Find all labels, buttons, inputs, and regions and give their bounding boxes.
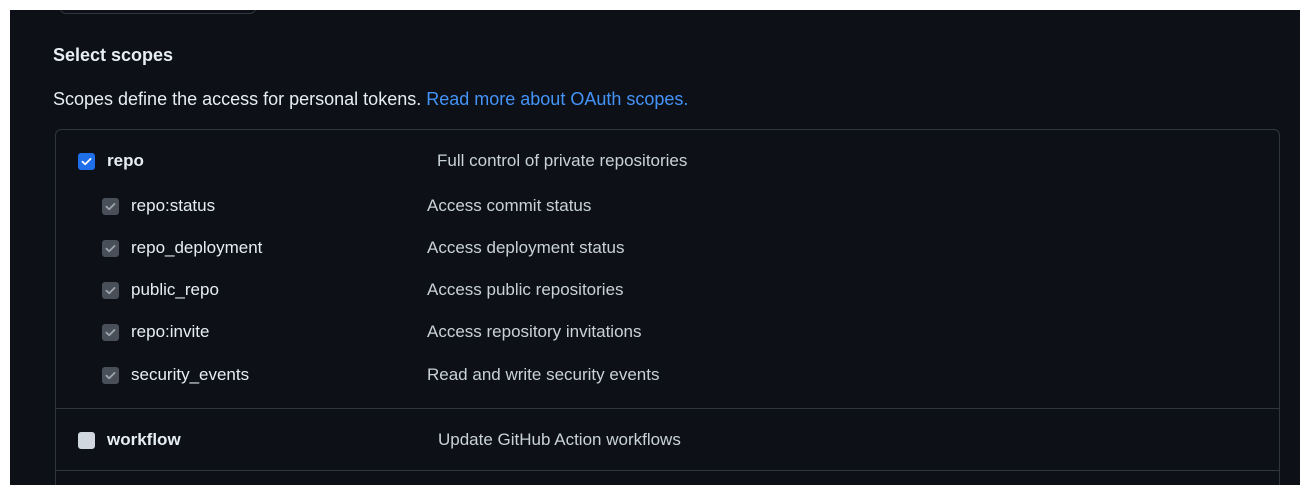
check-icon	[105, 328, 116, 336]
oauth-scopes-link[interactable]: Read more about OAuth scopes.	[426, 89, 688, 109]
repo-scope-name: repo	[107, 151, 144, 170]
workflow-scope-description: Update GitHub Action workflows	[438, 430, 681, 449]
scopes-description-text: Scopes define the access for personal to…	[53, 89, 422, 109]
workflow-checkbox-label[interactable]: workflow	[78, 419, 181, 461]
security-events-scope-name: security_events	[131, 365, 250, 384]
check-icon	[105, 244, 116, 252]
scope-divider-workflow-next	[56, 470, 1279, 471]
security-events-scope-description: Read and write security events	[427, 365, 660, 384]
repo-invite-scope-description: Access repository invitations	[427, 322, 642, 341]
repo-status-scope-description: Access commit status	[427, 196, 592, 215]
public-repo-checkbox[interactable]	[102, 281, 119, 299]
repo-status-checkbox-label[interactable]: repo:status	[102, 185, 215, 227]
check-icon	[105, 202, 116, 210]
check-icon	[105, 371, 116, 379]
token-note-input-edge[interactable]	[60, 10, 256, 14]
repo-status-checkbox[interactable]	[102, 197, 119, 215]
scope-row-public-repo[interactable]: public_repo Access public repositories	[56, 269, 1279, 311]
scope-list: repo Full control of private repositorie…	[55, 129, 1280, 485]
repo-deployment-scope-description: Access deployment status	[427, 238, 625, 257]
repo-status-scope-name: repo:status	[131, 196, 216, 215]
repo-deployment-checkbox[interactable]	[102, 239, 119, 257]
scope-row-repo[interactable]: repo Full control of private repositorie…	[56, 140, 1279, 182]
screenshot-frame: Select scopes Scopes define the access f…	[0, 0, 1300, 485]
repo-checkbox[interactable]	[78, 152, 95, 170]
public-repo-checkbox-label[interactable]: public_repo	[102, 269, 219, 311]
repo-invite-checkbox[interactable]	[102, 323, 119, 341]
public-repo-scope-description: Access public repositories	[427, 280, 624, 299]
security-events-checkbox-label[interactable]: security_events	[102, 354, 249, 396]
scope-row-repo-invite[interactable]: repo:invite Access repository invitation…	[56, 311, 1279, 353]
scope-row-repo-deployment[interactable]: repo_deployment Access deployment status	[56, 227, 1279, 269]
workflow-scope-name: workflow	[107, 430, 181, 449]
check-icon	[81, 157, 92, 165]
scope-row-repo-status[interactable]: repo:status Access commit status	[56, 185, 1279, 227]
repo-invite-checkbox-label[interactable]: repo:invite	[102, 311, 209, 353]
check-icon	[105, 286, 116, 294]
repo-invite-scope-name: repo:invite	[131, 322, 210, 341]
scope-divider-repo-workflow	[56, 408, 1279, 409]
scope-row-workflow[interactable]: workflow Update GitHub Action workflows	[56, 419, 1279, 461]
repo-scope-description: Full control of private repositories	[437, 151, 688, 170]
scope-row-security-events[interactable]: security_events Read and write security …	[56, 354, 1279, 396]
select-scopes-heading: Select scopes	[53, 45, 174, 65]
security-events-checkbox[interactable]	[102, 366, 119, 384]
repo-checkbox-label[interactable]: repo	[78, 140, 144, 182]
scopes-description: Scopes define the access for personal to…	[53, 89, 688, 110]
workflow-checkbox[interactable]	[78, 431, 95, 449]
repo-deployment-scope-name: repo_deployment	[131, 238, 263, 257]
public-repo-scope-name: public_repo	[131, 280, 219, 299]
repo-deployment-checkbox-label[interactable]: repo_deployment	[102, 227, 262, 269]
scopes-panel: Select scopes Scopes define the access f…	[10, 10, 1300, 485]
